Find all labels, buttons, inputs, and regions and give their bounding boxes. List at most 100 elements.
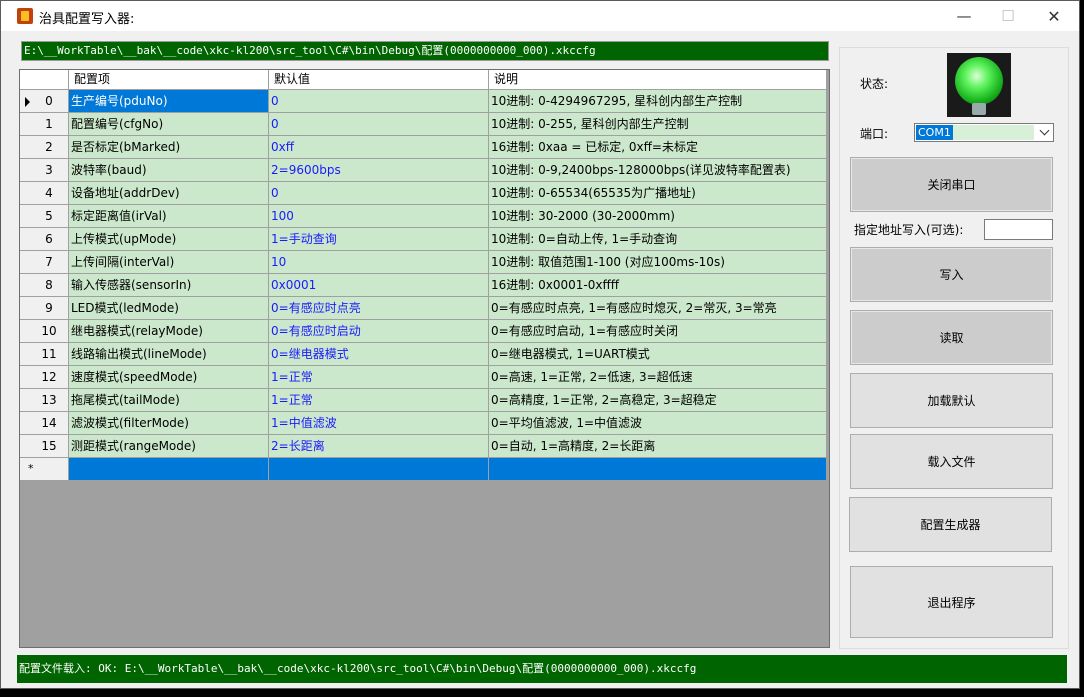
table-row[interactable]: 10 继电器模式(relayMode) 0=有感应时启动 0=有感应时启动, 1=有感… <box>20 320 827 343</box>
cell-default[interactable]: 0xff <box>269 136 489 159</box>
cell-item[interactable]: 上传模式(upMode) <box>69 228 269 251</box>
row-index[interactable]: 11 <box>20 343 69 366</box>
port-select[interactable]: COM1 <box>914 123 1054 142</box>
row-index[interactable]: 3 <box>20 159 69 182</box>
load-file-button[interactable]: 载入文件 <box>850 434 1053 489</box>
row-index[interactable]: 5 <box>20 205 69 228</box>
row-index[interactable]: 8 <box>20 274 69 297</box>
cell-default[interactable]: 100 <box>269 205 489 228</box>
table-row[interactable]: 14 滤波模式(filterMode) 1=中值滤波 0=平均值滤波, 1=中值滤波 <box>20 412 827 435</box>
cell-default[interactable]: 1=正常 <box>269 366 489 389</box>
cell-description[interactable]: 0=高精度, 1=正常, 2=高稳定, 3=超稳定 <box>489 389 827 412</box>
cell-default[interactable]: 0=有感应时启动 <box>269 320 489 343</box>
column-header-description[interactable]: 说明 <box>489 70 827 90</box>
config-path-bar[interactable]: E:\__WorkTable\__bak\__code\xkc-kl200\sr… <box>21 41 829 61</box>
cell-item[interactable]: 设备地址(addrDev) <box>69 182 269 205</box>
cell-default[interactable]: 1=中值滤波 <box>269 412 489 435</box>
table-row[interactable]: 15 测距模式(rangeMode) 2=长距离 0=自动, 1=高精度, 2=长距离 <box>20 435 827 458</box>
config-grid[interactable]: 配置项 默认值 说明 0 生产编号(pduNo) 0 10进制: 0-42949672… <box>19 69 830 648</box>
cell-item[interactable]: 线路输出模式(lineMode) <box>69 343 269 366</box>
table-row[interactable]: 0 生产编号(pduNo) 0 10进制: 0-4294967295, 星科创内部生产… <box>20 90 827 113</box>
row-index[interactable]: 2 <box>20 136 69 159</box>
row-index[interactable]: 4 <box>20 182 69 205</box>
close-button[interactable]: ✕ <box>1031 1 1077 31</box>
row-index[interactable]: 12 <box>20 366 69 389</box>
cell-item[interactable]: 速度模式(speedMode) <box>69 366 269 389</box>
cell-default[interactable]: 2=长距离 <box>269 435 489 458</box>
table-row[interactable]: 2 是否标定(bMarked) 0xff 16进制: 0xaa = 已标定, 0xff… <box>20 136 827 159</box>
row-header-corner[interactable] <box>20 70 69 90</box>
cell-description[interactable]: 0=自动, 1=高精度, 2=长距离 <box>489 435 827 458</box>
table-row[interactable]: 13 拖尾模式(tailMode) 1=正常 0=高精度, 1=正常, 2=高稳定, … <box>20 389 827 412</box>
cell-description[interactable]: 0=有感应时启动, 1=有感应时关闭 <box>489 320 827 343</box>
row-index[interactable]: 1 <box>20 113 69 136</box>
row-index[interactable]: 6 <box>20 228 69 251</box>
config-generator-button[interactable]: 配置生成器 <box>849 497 1052 552</box>
table-row[interactable]: 3 波特率(baud) 2=9600bps 10进制: 0-9,2400bps-128… <box>20 159 827 182</box>
row-index[interactable]: 15 <box>20 435 69 458</box>
row-index[interactable]: 13 <box>20 389 69 412</box>
table-row[interactable]: 12 速度模式(speedMode) 1=正常 0=高速, 1=正常, 2=低速, 3… <box>20 366 827 389</box>
new-row-cell-default[interactable] <box>269 458 489 481</box>
cell-description[interactable]: 0=有感应时点亮, 1=有感应时熄灭, 2=常灭, 3=常亮 <box>489 297 827 320</box>
maximize-button[interactable]: ☐ <box>985 1 1031 31</box>
cell-description[interactable]: 0=继电器模式, 1=UART模式 <box>489 343 827 366</box>
cell-item[interactable]: 测距模式(rangeMode) <box>69 435 269 458</box>
cell-item[interactable]: 是否标定(bMarked) <box>69 136 269 159</box>
cell-description[interactable]: 10进制: 30-2000 (30-2000mm) <box>489 205 827 228</box>
cell-description[interactable]: 10进制: 取值范围1-100 (对应100ms-10s) <box>489 251 827 274</box>
table-row[interactable]: 6 上传模式(upMode) 1=手动查询 10进制: 0=自动上传, 1=手动查询 <box>20 228 827 251</box>
column-header-item[interactable]: 配置项 <box>69 70 269 90</box>
new-row-cell-description[interactable] <box>489 458 827 481</box>
cell-item[interactable]: 继电器模式(relayMode) <box>69 320 269 343</box>
cell-default[interactable]: 0 <box>269 113 489 136</box>
row-index[interactable]: 14 <box>20 412 69 435</box>
cell-item[interactable]: 波特率(baud) <box>69 159 269 182</box>
table-row[interactable]: 9 LED模式(ledMode) 0=有感应时点亮 0=有感应时点亮, 1=有感应时熄… <box>20 297 827 320</box>
table-row[interactable]: 4 设备地址(addrDev) 0 10进制: 0-65534(65535为广播地址) <box>20 182 827 205</box>
cell-default[interactable]: 0 <box>269 90 489 113</box>
grid-new-row[interactable]: * <box>20 458 827 481</box>
cell-item[interactable]: 配置编号(cfgNo) <box>69 113 269 136</box>
cell-default[interactable]: 0x0001 <box>269 274 489 297</box>
cell-description[interactable]: 10进制: 0-255, 星科创内部生产控制 <box>489 113 827 136</box>
cell-description[interactable]: 10进制: 0-9,2400bps-128000bps(详见波特率配置表) <box>489 159 827 182</box>
cell-default[interactable]: 1=手动查询 <box>269 228 489 251</box>
cell-description[interactable]: 10进制: 0-4294967295, 星科创内部生产控制 <box>489 90 827 113</box>
close-port-button[interactable]: 关闭串口 <box>850 157 1053 212</box>
row-index[interactable]: 9 <box>20 297 69 320</box>
cell-default[interactable]: 2=9600bps <box>269 159 489 182</box>
cell-default[interactable]: 1=正常 <box>269 389 489 412</box>
write-button[interactable]: 写入 <box>850 247 1053 302</box>
cell-item[interactable]: LED模式(ledMode) <box>69 297 269 320</box>
cell-description[interactable]: 16进制: 0x0001-0xffff <box>489 274 827 297</box>
table-row[interactable]: 7 上传间隔(interVal) 10 10进制: 取值范围1-100 (对应100m… <box>20 251 827 274</box>
minimize-button[interactable]: — <box>941 1 987 31</box>
cell-item[interactable]: 生产编号(pduNo) <box>69 90 269 113</box>
exit-button[interactable]: 退出程序 <box>850 566 1053 638</box>
table-row[interactable]: 8 输入传感器(sensorIn) 0x0001 16进制: 0x0001-0xfff… <box>20 274 827 297</box>
cell-default[interactable]: 0 <box>269 182 489 205</box>
cell-description[interactable]: 0=高速, 1=正常, 2=低速, 3=超低速 <box>489 366 827 389</box>
table-row[interactable]: 1 配置编号(cfgNo) 0 10进制: 0-255, 星科创内部生产控制 <box>20 113 827 136</box>
address-input[interactable] <box>984 219 1053 240</box>
column-header-default[interactable]: 默认值 <box>269 70 489 90</box>
cell-item[interactable]: 输入传感器(sensorIn) <box>69 274 269 297</box>
cell-default[interactable]: 10 <box>269 251 489 274</box>
cell-description[interactable]: 10进制: 0=自动上传, 1=手动查询 <box>489 228 827 251</box>
cell-description[interactable]: 16进制: 0xaa = 已标定, 0xff=未标定 <box>489 136 827 159</box>
cell-description[interactable]: 0=平均值滤波, 1=中值滤波 <box>489 412 827 435</box>
row-index[interactable]: 7 <box>20 251 69 274</box>
cell-default[interactable]: 0=继电器模式 <box>269 343 489 366</box>
table-row[interactable]: 5 标定距离值(irVal) 100 10进制: 30-2000 (30-2000mm… <box>20 205 827 228</box>
cell-item[interactable]: 上传间隔(interVal) <box>69 251 269 274</box>
row-index[interactable]: 10 <box>20 320 69 343</box>
cell-default[interactable]: 0=有感应时点亮 <box>269 297 489 320</box>
new-row-cell-item[interactable] <box>69 458 269 481</box>
cell-item[interactable]: 滤波模式(filterMode) <box>69 412 269 435</box>
table-row[interactable]: 11 线路输出模式(lineMode) 0=继电器模式 0=继电器模式, 1=UART… <box>20 343 827 366</box>
chevron-down-icon[interactable] <box>1039 125 1050 136</box>
cell-item[interactable]: 拖尾模式(tailMode) <box>69 389 269 412</box>
row-index[interactable]: 0 <box>20 90 69 113</box>
read-button[interactable]: 读取 <box>850 310 1053 365</box>
